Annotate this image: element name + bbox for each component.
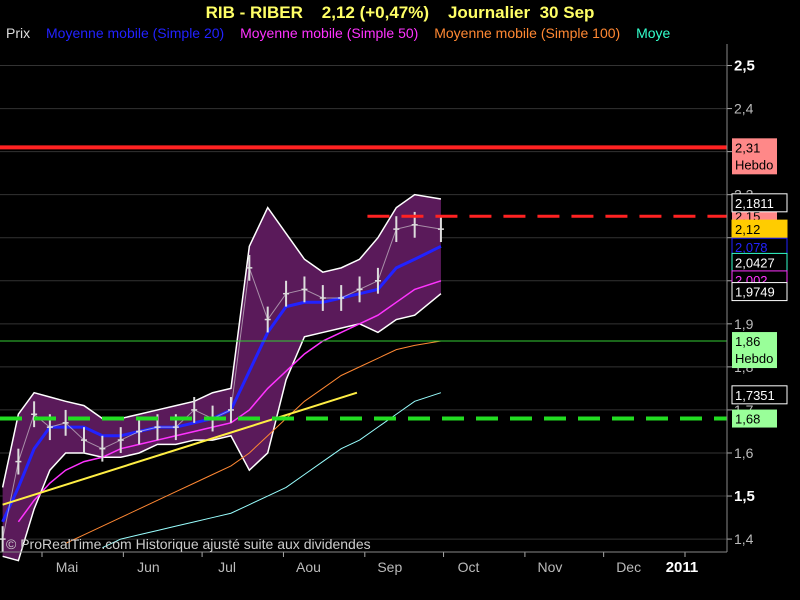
- level-label-2: 1,86: [735, 334, 760, 349]
- value-label-5: 1,9749: [735, 285, 775, 300]
- legend-item-ma100[interactable]: Moyenne mobile (Simple 100): [434, 25, 620, 41]
- x-tick-label-5: Oct: [458, 559, 480, 575]
- x-tick-label-4: Sep: [377, 559, 402, 575]
- legend: Prix Moyenne mobile (Simple 20) Moyenne …: [6, 25, 726, 43]
- level-sublabel-0: Hebdo: [735, 157, 773, 172]
- level-label-3: 1,68: [735, 412, 760, 427]
- value-label-0: 2,1811: [735, 196, 774, 211]
- y-tick-label-1: 2,4: [734, 101, 754, 117]
- price-chart[interactable]: 2,52,42,32,22,12,01,91,81,71,61,51,4MaiJ…: [0, 0, 800, 600]
- value-label-1: 2,12: [735, 222, 760, 237]
- y-tick-label-9: 1,6: [734, 445, 754, 461]
- bollinger-band: [1, 193, 442, 562]
- period: Journalier: [447, 3, 531, 22]
- level-label-0: 2,31: [735, 140, 760, 155]
- value-label-6: 1,7351: [735, 388, 775, 403]
- x-tick-label-3: Aou: [296, 559, 321, 575]
- value-label-3: 2,0427: [735, 255, 775, 270]
- y-tick-label-11: 1,4: [734, 531, 754, 547]
- y-tick-label-10: 1,5: [734, 488, 755, 505]
- bollinger-fill: [2, 194, 441, 561]
- legend-item-price[interactable]: Prix: [6, 25, 30, 41]
- legend-item-ma50[interactable]: Moyenne mobile (Simple 50): [240, 25, 418, 41]
- y-tick-label-0: 2,5: [734, 58, 755, 75]
- chart-title: RIB - RIBER 2,12 (+0,47%) Journalier 30 …: [0, 3, 800, 23]
- x-tick-label-1: Jun: [137, 559, 160, 575]
- y-tick-label-6: 1,9: [734, 316, 754, 332]
- x-tick-label-8: 2011: [666, 559, 699, 576]
- x-tick-label-0: Mai: [56, 559, 79, 575]
- legend-item-ma200[interactable]: Moye: [636, 25, 670, 41]
- watermark: © ProRealTime.com Historique ajusté suit…: [6, 536, 371, 552]
- x-tick-label-7: Dec: [616, 559, 641, 575]
- level-sublabel-2: Hebdo: [735, 351, 773, 366]
- ticker: RIB - RIBER: [205, 3, 303, 22]
- quote: 2,12 (+0,47%): [321, 3, 430, 22]
- x-tick-label-6: Nov: [537, 559, 562, 575]
- value-labels: 2,31Hebdo2,151,86Hebdo1,682,18112,122,07…: [6, 138, 788, 552]
- x-tick-label-2: Jul: [218, 559, 236, 575]
- chart-window: 2,52,42,32,22,12,01,91,81,71,61,51,4MaiJ…: [0, 0, 800, 600]
- chart-date: 30 Sep: [539, 3, 595, 22]
- legend-item-ma20[interactable]: Moyenne mobile (Simple 20): [46, 25, 224, 41]
